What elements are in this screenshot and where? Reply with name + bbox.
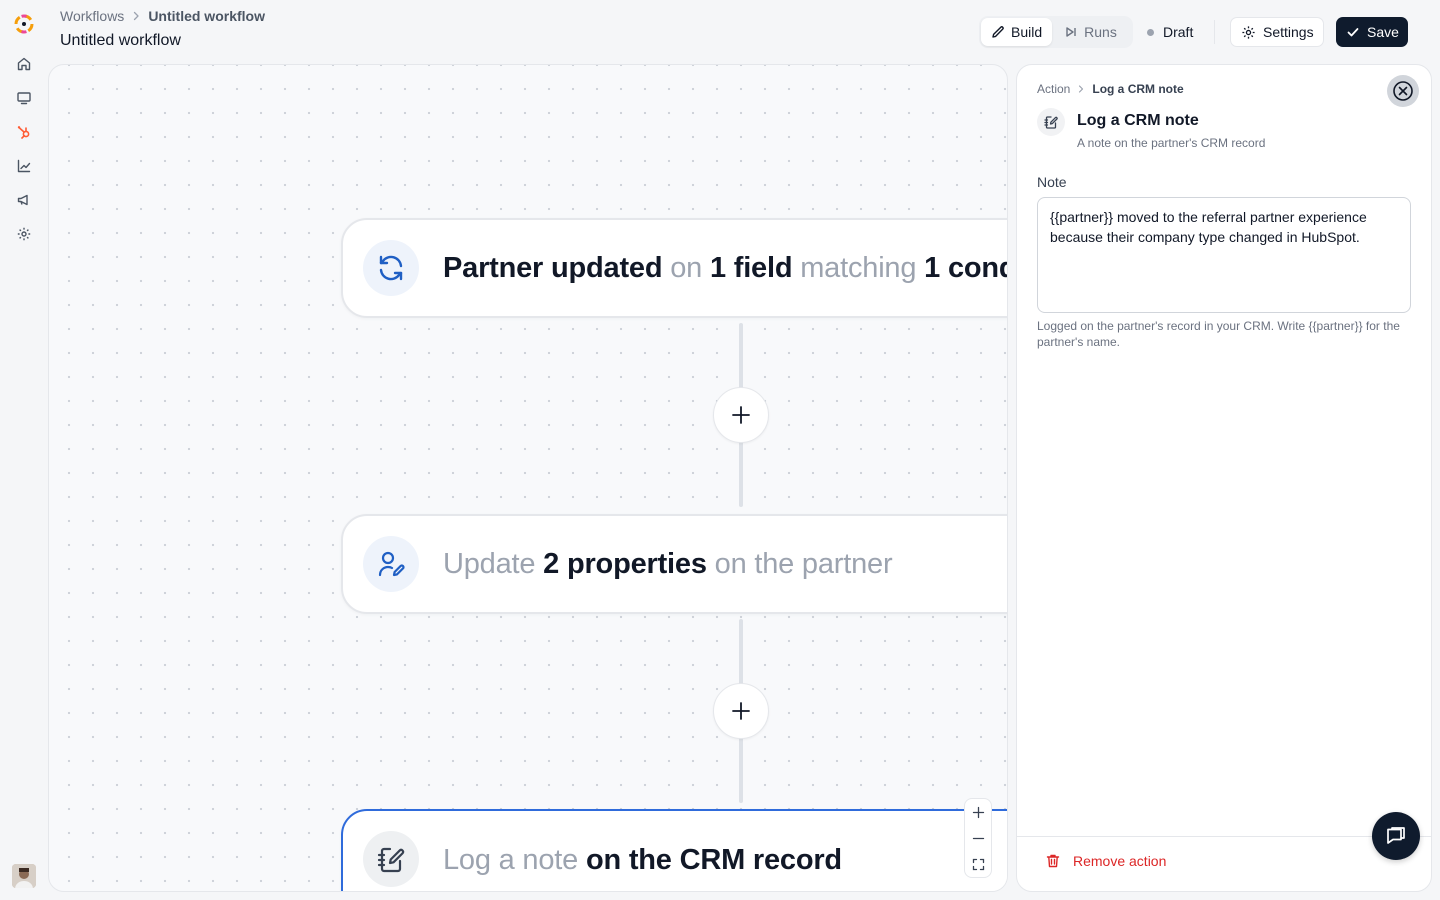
build-runs-toggle: Build Runs: [979, 16, 1133, 48]
note-help-text: Logged on the partner's record in your C…: [1037, 319, 1400, 349]
breadcrumb: Workflows Untitled workflow: [60, 8, 265, 24]
page-title[interactable]: Untitled workflow: [60, 32, 181, 50]
trigger-connector-matching: matching: [792, 251, 925, 284]
workflow-canvas[interactable]: Partner updated on 1 field matching 1 co…: [48, 64, 1008, 892]
hubspot-icon[interactable]: [16, 124, 32, 140]
gear-icon: [1242, 25, 1255, 39]
close-panel-button[interactable]: [1387, 75, 1419, 107]
zoom-out-button[interactable]: [965, 825, 991, 851]
action-subtitle: A note on the partner's CRM record: [1077, 136, 1266, 150]
status-dot: [1147, 28, 1154, 36]
action-title: Log a CRM note: [1077, 112, 1199, 129]
notebook-edit-icon: [1037, 108, 1065, 136]
log-note-target: on the CRM record: [585, 844, 842, 876]
tab-runs[interactable]: Runs: [1054, 18, 1127, 46]
fit-view-button[interactable]: [965, 851, 991, 877]
remove-action-label: Remove action: [1073, 853, 1167, 869]
chat-icon: [1387, 827, 1405, 844]
megaphone-icon[interactable]: [16, 192, 32, 208]
breadcrumb-workflows-link[interactable]: Workflows: [60, 8, 124, 24]
plus-icon: [972, 806, 984, 818]
note-label: Note: [1037, 174, 1067, 190]
minus-icon: [972, 837, 984, 839]
tab-runs-label: Runs: [1084, 24, 1117, 40]
panel-breadcrumb: Action Log a CRM note: [1037, 82, 1184, 96]
update-verb: Update: [443, 547, 544, 580]
log-note-node[interactable]: Log a note on the CRM record: [341, 809, 1007, 891]
zoom-in-button[interactable]: [965, 799, 991, 825]
monitor-icon[interactable]: [16, 90, 32, 106]
user-avatar[interactable]: [12, 864, 36, 888]
chat-launcher-button[interactable]: [1372, 812, 1420, 860]
trigger-condition-count: 1 cond: [924, 251, 1008, 284]
app-logo[interactable]: [12, 12, 36, 36]
settings-button[interactable]: Settings: [1230, 17, 1324, 47]
note-textarea[interactable]: {{partner}} moved to the referral partne…: [1037, 197, 1411, 313]
pencil-icon: [992, 26, 1004, 38]
trigger-summary: Partner updated on 1 field matching 1 co…: [443, 251, 1008, 285]
tab-build[interactable]: Build: [981, 18, 1053, 46]
plus-icon: [732, 702, 750, 720]
chevron-right-icon: [1079, 85, 1084, 93]
close-circle-icon: [1393, 81, 1413, 101]
save-button[interactable]: Save: [1336, 17, 1408, 47]
chart-icon[interactable]: [16, 158, 32, 174]
play-skip-icon: [1066, 27, 1076, 37]
refresh-icon: [363, 240, 419, 296]
workflow-status: Draft: [1147, 22, 1193, 42]
trigger-node[interactable]: Partner updated on 1 field matching 1 co…: [341, 218, 1008, 318]
log-note-verb: Log a note: [443, 844, 586, 876]
header-divider: [1214, 20, 1215, 44]
plus-icon: [732, 406, 750, 424]
save-label: Save: [1367, 24, 1399, 40]
remove-action-button[interactable]: Remove action: [1045, 853, 1166, 869]
gear-icon[interactable]: [16, 226, 32, 242]
panel-footer-divider: [1017, 836, 1431, 837]
notebook-edit-icon: [363, 831, 419, 887]
home-icon[interactable]: [16, 56, 32, 72]
trigger-event: Partner updated: [443, 251, 663, 284]
update-target: on the partner: [706, 547, 893, 580]
check-icon: [1347, 28, 1359, 37]
chevron-right-icon: [134, 11, 139, 21]
add-step-button[interactable]: [713, 387, 769, 443]
trigger-field-count: 1 field: [709, 251, 793, 284]
icon-rail: [0, 0, 48, 900]
tab-build-label: Build: [1011, 24, 1043, 40]
fit-view-icon: [972, 858, 984, 870]
update-properties-node[interactable]: Update 2 properties on the partner: [341, 514, 1007, 614]
log-note-summary: Log a note on the CRM record: [443, 844, 842, 877]
panel-breadcrumb-action[interactable]: Action: [1037, 82, 1070, 96]
update-summary: Update 2 properties on the partner: [443, 547, 893, 581]
update-property-count: 2 properties: [543, 547, 707, 580]
settings-label: Settings: [1263, 24, 1314, 40]
panel-breadcrumb-current: Log a CRM note: [1092, 82, 1184, 96]
zoom-controls: [964, 798, 992, 878]
status-label: Draft: [1163, 24, 1194, 40]
user-edit-icon: [363, 536, 419, 592]
breadcrumb-current: Untitled workflow: [148, 8, 265, 24]
add-step-button[interactable]: [713, 683, 769, 739]
action-panel: Action Log a CRM note Log a CRM note A n…: [1016, 64, 1432, 892]
trash-icon: [1046, 854, 1060, 868]
trigger-connector-on: on: [662, 251, 710, 284]
